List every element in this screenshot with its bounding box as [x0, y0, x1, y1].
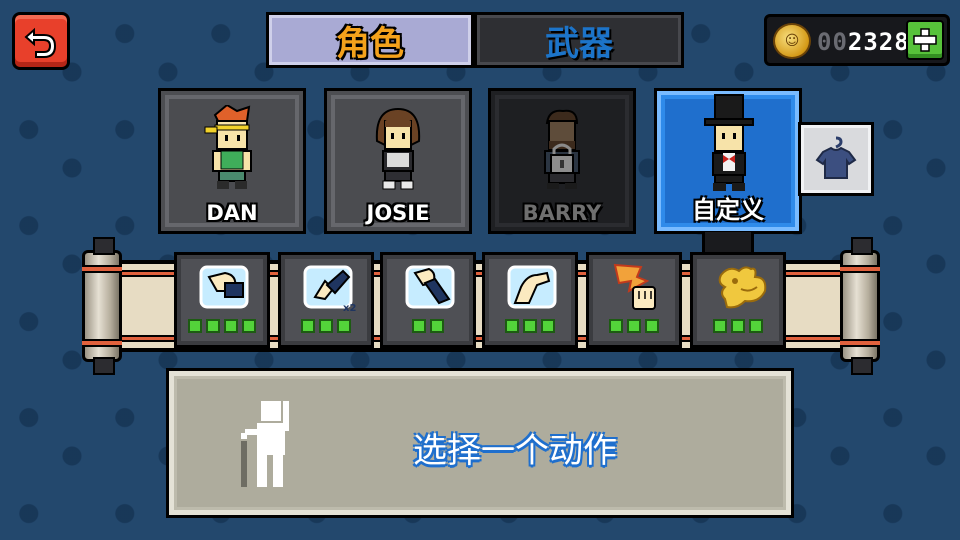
level-pip: [337, 319, 351, 333]
move-level-pips-4: [485, 319, 575, 333]
golden-dragon-fist-icon: [718, 266, 767, 309]
character-name-josie: JOSIE: [366, 201, 430, 225]
power-fist-icon: [613, 263, 656, 310]
add-coins-button[interactable]: [906, 20, 944, 60]
level-pip: [412, 319, 426, 333]
character-name-barry: BARRY: [522, 201, 602, 225]
move-level-pips-1: [177, 319, 267, 333]
coin-counter: ☺ 002328: [764, 14, 950, 66]
level-pip: [749, 319, 763, 333]
move-slot-5[interactable]: [586, 252, 682, 348]
move-slot-3[interactable]: [380, 252, 476, 348]
shirt-hanger-icon: [815, 136, 857, 179]
back-button[interactable]: [12, 12, 70, 70]
move-info-panel: 选择一个动作: [166, 368, 794, 518]
tab-characters[interactable]: 角色: [266, 12, 474, 68]
move-level-pips-6: [693, 319, 783, 333]
level-pip: [541, 319, 555, 333]
level-pip: [731, 319, 745, 333]
move-level-pips-5: [589, 319, 679, 333]
josie-sprite-icon: [375, 107, 421, 190]
move-slot-2[interactable]: x2: [278, 252, 374, 348]
move-slot-6[interactable]: [690, 252, 786, 348]
coin-icon: ☺: [773, 23, 811, 59]
character-card-josie[interactable]: JOSIE: [324, 88, 472, 234]
tab-weapons[interactable]: 武器: [474, 12, 684, 68]
character-card-dan[interactable]: DAN: [158, 88, 306, 234]
dan-sprite-icon: [204, 105, 252, 189]
scroll-roller-left: [82, 237, 122, 375]
level-pip: [242, 319, 256, 333]
character-card-custom[interactable]: 自定义: [654, 88, 802, 234]
scroll-roller-right: [840, 237, 880, 375]
level-pip: [188, 319, 202, 333]
character-name-dan: DAN: [206, 201, 258, 225]
coin-count-leading-zeros: 00: [817, 28, 848, 56]
level-pip: [430, 319, 444, 333]
level-pip: [609, 319, 623, 333]
move-level-pips-2: [281, 319, 371, 333]
move-level-pips-3: [383, 319, 473, 333]
level-pip: [645, 319, 659, 333]
move-slot-4[interactable]: [482, 252, 578, 348]
select-move-prompt: 选择一个动作: [413, 431, 617, 471]
level-pip: [301, 319, 315, 333]
move-badge-x2: x2: [343, 303, 356, 313]
character-name-custom: 自定义: [692, 196, 764, 224]
flex-arm-icon: [507, 265, 557, 309]
coin-count-value: 2328: [847, 28, 910, 56]
stick-figure-with-cane-icon: [241, 401, 289, 487]
level-pip: [319, 319, 333, 333]
level-pip: [224, 319, 238, 333]
level-pip: [505, 319, 519, 333]
level-pip: [206, 319, 220, 333]
undo-arrow-icon: [24, 27, 57, 58]
double-kick-x2-icon: x2: [303, 265, 356, 313]
level-pip: [523, 319, 537, 333]
uppercut-fist-icon: [405, 265, 455, 309]
level-pip: [627, 319, 641, 333]
coin-count: 002328: [817, 28, 910, 56]
level-pip: [713, 319, 727, 333]
tab-weapons-label: 武器: [545, 23, 613, 64]
tab-characters-label: 角色: [336, 23, 404, 64]
wardrobe-button[interactable]: [798, 122, 874, 196]
character-card-barry[interactable]: BARRY: [488, 88, 636, 234]
barry-locked-sprite-icon: [544, 109, 580, 189]
punch-fist-icon: [199, 265, 249, 309]
custom-character-sprite-icon: [704, 94, 754, 191]
move-slot-1[interactable]: [174, 252, 270, 348]
plus-icon: [913, 28, 937, 52]
